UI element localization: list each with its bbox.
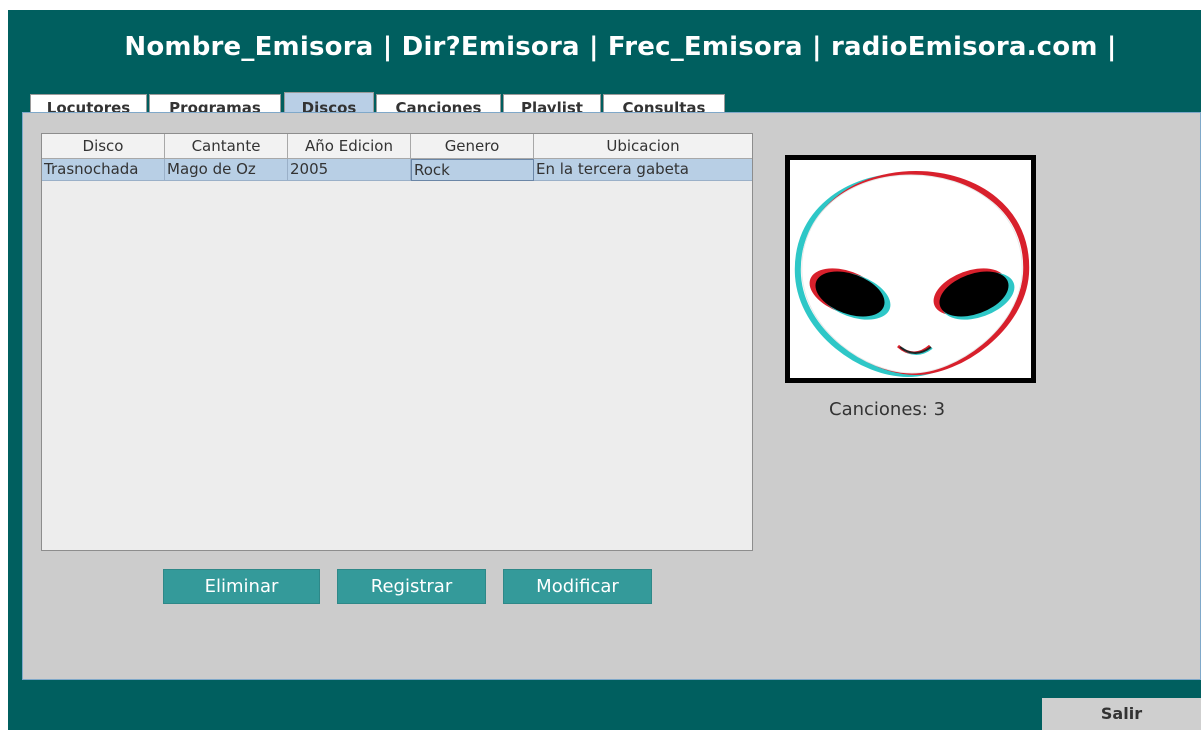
- column-header-disco[interactable]: Disco: [42, 134, 165, 159]
- table-cell-genero[interactable]: Rock: [411, 159, 534, 181]
- table-cell-ubicacion[interactable]: En la tercera gabeta: [534, 159, 752, 181]
- songs-count-label: Canciones: 3: [829, 399, 946, 420]
- discos-table[interactable]: Disco Cantante Año Edicion Genero Ubicac…: [41, 133, 753, 551]
- page-title: Nombre_Emisora | Dir?Emisora | Frec_Emis…: [124, 32, 1117, 62]
- column-header-cantante[interactable]: Cantante: [165, 134, 288, 159]
- column-header-genero[interactable]: Genero: [411, 134, 534, 159]
- album-cover: [785, 155, 1036, 383]
- table-row[interactable]: Trasnochada Mago de Oz 2005 Rock En la t…: [42, 159, 752, 181]
- table-cell-cantante[interactable]: Mago de Oz: [165, 159, 288, 181]
- exit-button[interactable]: Salir: [1042, 698, 1201, 730]
- table-cell-disco[interactable]: Trasnochada: [42, 159, 165, 181]
- discos-panel: Disco Cantante Año Edicion Genero Ubicac…: [22, 112, 1201, 680]
- modify-button[interactable]: Modificar: [503, 569, 652, 604]
- table-header: Disco Cantante Año Edicion Genero Ubicac…: [42, 134, 752, 159]
- main-window: Nombre_Emisora | Dir?Emisora | Frec_Emis…: [8, 10, 1201, 730]
- register-button[interactable]: Registrar: [337, 569, 486, 604]
- column-header-ubicacion[interactable]: Ubicacion: [534, 134, 752, 159]
- delete-button[interactable]: Eliminar: [163, 569, 320, 604]
- column-header-anio-edicion[interactable]: Año Edicion: [288, 134, 411, 159]
- table-cell-anio-edicion[interactable]: 2005: [288, 159, 411, 181]
- alien-face-icon: [790, 160, 1031, 378]
